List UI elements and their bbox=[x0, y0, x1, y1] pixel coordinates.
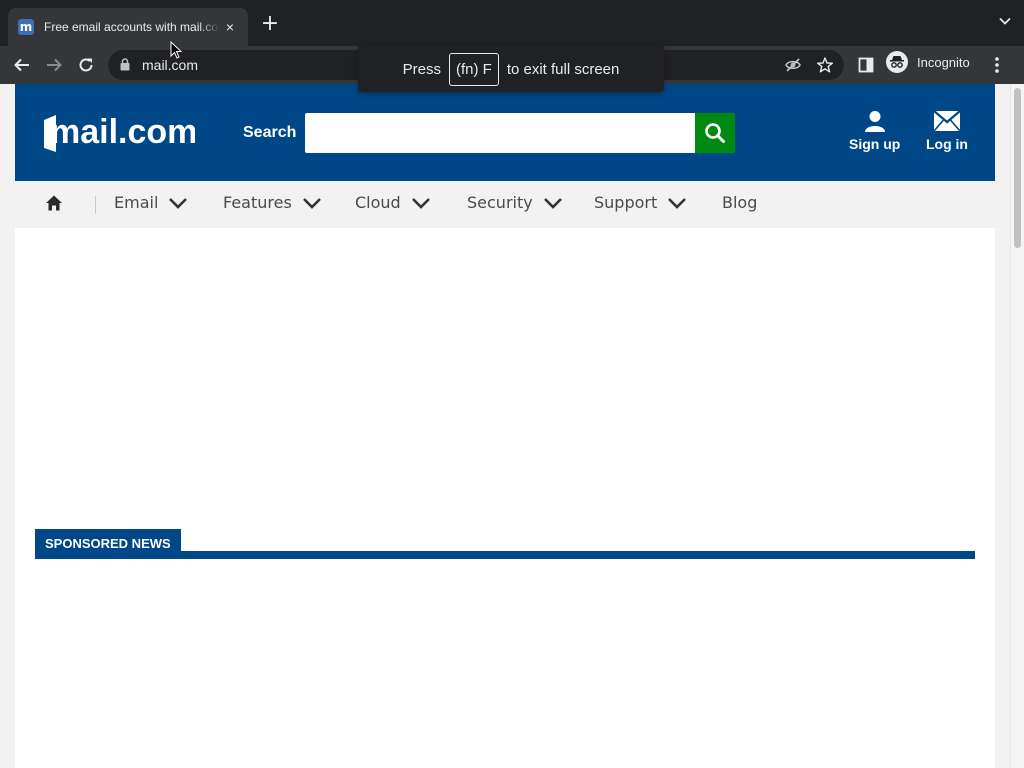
toast-suffix: to exit full screen bbox=[506, 60, 620, 78]
back-button[interactable] bbox=[10, 53, 34, 77]
browser-tab[interactable]: m Free email accounts with mail.com × bbox=[8, 8, 248, 46]
chevron-down-icon bbox=[668, 197, 687, 209]
chevron-down-icon bbox=[302, 197, 321, 209]
new-tab-button[interactable]: + bbox=[258, 12, 282, 36]
nav-item-label: Security bbox=[467, 193, 533, 212]
site-header: mail.com Search Sign up Log in bbox=[15, 84, 995, 181]
page-viewport: mail.com Search Sign up Log in Email Fea… bbox=[0, 84, 1024, 768]
incognito-label: Incognito bbox=[917, 54, 970, 70]
home-icon[interactable] bbox=[45, 194, 63, 212]
nav-item-label: Blog bbox=[722, 193, 758, 212]
user-icon bbox=[864, 111, 885, 132]
side-panel-icon[interactable] bbox=[858, 57, 874, 73]
chevron-down-icon bbox=[411, 197, 430, 209]
search-icon bbox=[705, 123, 725, 143]
tab-title: Free email accounts with mail.com bbox=[44, 20, 220, 34]
chevron-down-icon bbox=[543, 197, 562, 209]
signup-button[interactable]: Sign up bbox=[849, 110, 900, 152]
envelope-icon bbox=[933, 110, 961, 132]
nav-item-features[interactable]: Features bbox=[223, 193, 322, 212]
nav-divider bbox=[95, 196, 96, 214]
address-url[interactable]: mail.com bbox=[142, 57, 198, 73]
toast-key-hint: (fn) F bbox=[448, 52, 499, 86]
nav-item-security[interactable]: Security bbox=[467, 193, 563, 212]
browser-tab-bar: m Free email accounts with mail.com × + bbox=[0, 0, 1024, 46]
nav-item-label: Support bbox=[594, 193, 658, 212]
chevron-down-icon bbox=[169, 197, 188, 209]
reload-button[interactable] bbox=[74, 53, 98, 77]
forward-arrow-icon bbox=[47, 58, 62, 72]
page-scrollbar[interactable] bbox=[1010, 84, 1024, 768]
logo-text: mail.com bbox=[50, 113, 195, 151]
fullscreen-exit-toast: Press (fn) F to exit full screen bbox=[358, 46, 664, 92]
tab-search-chevron-icon[interactable] bbox=[998, 14, 1012, 28]
main-nav: Email Features Cloud Security Support Bl… bbox=[15, 181, 995, 228]
nav-item-label: Cloud bbox=[355, 193, 401, 212]
search-button[interactable] bbox=[695, 113, 735, 153]
close-tab-icon[interactable]: × bbox=[222, 19, 238, 35]
incognito-icon bbox=[886, 51, 908, 73]
favicon-icon: m bbox=[18, 19, 34, 35]
login-button[interactable]: Log in bbox=[926, 110, 968, 152]
search-input[interactable] bbox=[305, 113, 695, 153]
signup-label: Sign up bbox=[849, 136, 901, 152]
main-content: SPONSORED NEWS bbox=[15, 228, 995, 768]
toast-prefix: Press bbox=[402, 60, 441, 78]
nav-item-label: Email bbox=[114, 193, 159, 212]
nav-item-blog[interactable]: Blog bbox=[722, 193, 757, 212]
forward-button[interactable] bbox=[42, 53, 66, 77]
eye-slash-icon[interactable] bbox=[784, 56, 802, 74]
mouse-cursor-icon bbox=[170, 41, 182, 59]
nav-item-support[interactable]: Support bbox=[594, 193, 687, 212]
sponsored-news-heading: SPONSORED NEWS bbox=[35, 529, 181, 558]
search-label: Search bbox=[243, 124, 297, 141]
sponsored-news-section: SPONSORED NEWS bbox=[35, 529, 975, 559]
nav-item-label: Features bbox=[223, 193, 292, 212]
nav-item-email[interactable]: Email bbox=[114, 193, 188, 212]
lock-icon bbox=[120, 58, 130, 71]
incognito-profile-button[interactable]: Incognito bbox=[886, 51, 970, 73]
reload-icon bbox=[79, 58, 93, 72]
back-arrow-icon bbox=[14, 58, 29, 72]
scrollbar-thumb[interactable] bbox=[1014, 88, 1021, 248]
mail-com-logo[interactable]: mail.com bbox=[43, 112, 195, 154]
bookmark-star-icon[interactable] bbox=[816, 56, 834, 74]
nav-item-cloud[interactable]: Cloud bbox=[355, 193, 431, 212]
more-menu-icon[interactable] bbox=[994, 55, 1000, 75]
login-label: Log in bbox=[926, 136, 968, 152]
